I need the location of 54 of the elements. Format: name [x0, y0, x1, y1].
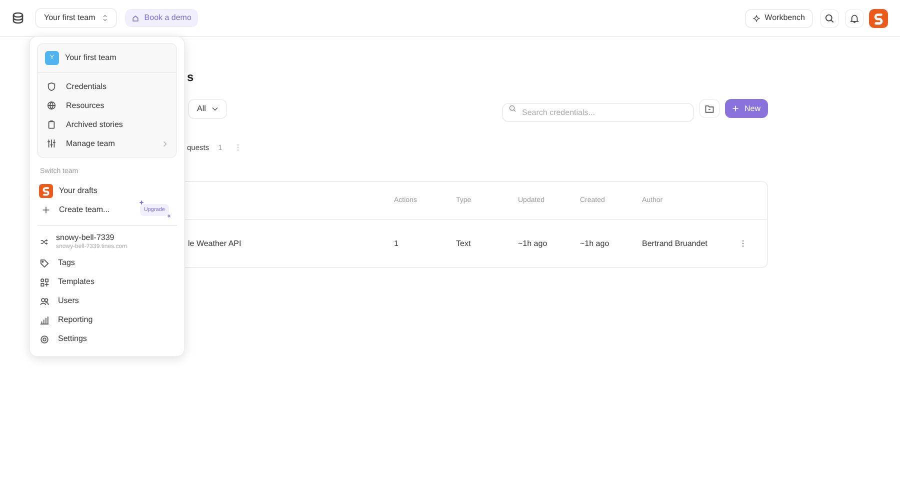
page-title: s [187, 69, 194, 86]
search-icon [509, 105, 516, 112]
menu-item[interactable]: Users [37, 292, 177, 310]
menu-item[interactable]: Your drafts [37, 182, 177, 200]
table-cell: Bertrand Bruandet [642, 238, 708, 250]
logo-icon[interactable] [869, 8, 888, 28]
tag-icon [40, 258, 49, 268]
menu-item[interactable]: Tags [37, 254, 177, 272]
shuffle-icon [40, 238, 48, 246]
notifications-button[interactable] [845, 8, 864, 28]
search-button[interactable] [820, 8, 839, 28]
team-name: Your first team [65, 52, 116, 64]
database-icon[interactable] [12, 12, 24, 24]
menu-item[interactable]: Archived stories [38, 115, 176, 134]
table-cell: le Weather API [188, 238, 242, 250]
table-cell: Text [456, 238, 471, 250]
bar-chart-icon [40, 316, 49, 324]
bell-icon [850, 14, 859, 22]
sparkle-icon [167, 214, 171, 218]
globe-icon [47, 101, 56, 110]
shield-icon [47, 82, 56, 91]
menu-item[interactable]: Credentials [38, 77, 176, 96]
chevron-down-icon [212, 107, 218, 111]
folder-button[interactable] [699, 99, 720, 118]
plus-icon [42, 206, 50, 214]
tenant-name: snowy-bell-7339 [56, 233, 116, 243]
table-cell: ~1h ago [518, 238, 548, 250]
menu-item[interactable]: Resources [38, 96, 176, 115]
menu-item[interactable]: Reporting [37, 310, 177, 330]
users-icon [40, 296, 49, 306]
logo-icon [39, 184, 53, 198]
folder-icon [705, 104, 714, 112]
clipboard-icon [47, 120, 56, 129]
menu-item[interactable]: Manage team [38, 134, 176, 153]
chevron-updown-icon [102, 14, 108, 22]
sparkle-icon [752, 14, 760, 22]
gear-icon [40, 334, 49, 344]
new-button[interactable]: New [725, 99, 768, 118]
chevron-right-icon [163, 140, 167, 146]
search-icon [825, 14, 834, 22]
sliders-icon [47, 139, 56, 148]
plus-icon [732, 105, 740, 112]
book-demo-button[interactable]: Book a demo [125, 9, 198, 27]
workbench-button[interactable]: Workbench [744, 8, 813, 28]
table-cell: ~1h ago [580, 238, 610, 250]
house-icon [132, 14, 140, 22]
team-switcher[interactable]: Your first team [35, 8, 118, 28]
menu-item[interactable]: Settings [37, 330, 177, 348]
sparkle-icon [139, 200, 144, 204]
filter-dropdown[interactable]: All [188, 99, 227, 119]
search-field[interactable]: Search credentials... [502, 103, 694, 122]
menu-item[interactable]: Templates [37, 272, 177, 292]
templates-icon [40, 278, 49, 286]
table-cell: 1 [394, 238, 398, 250]
